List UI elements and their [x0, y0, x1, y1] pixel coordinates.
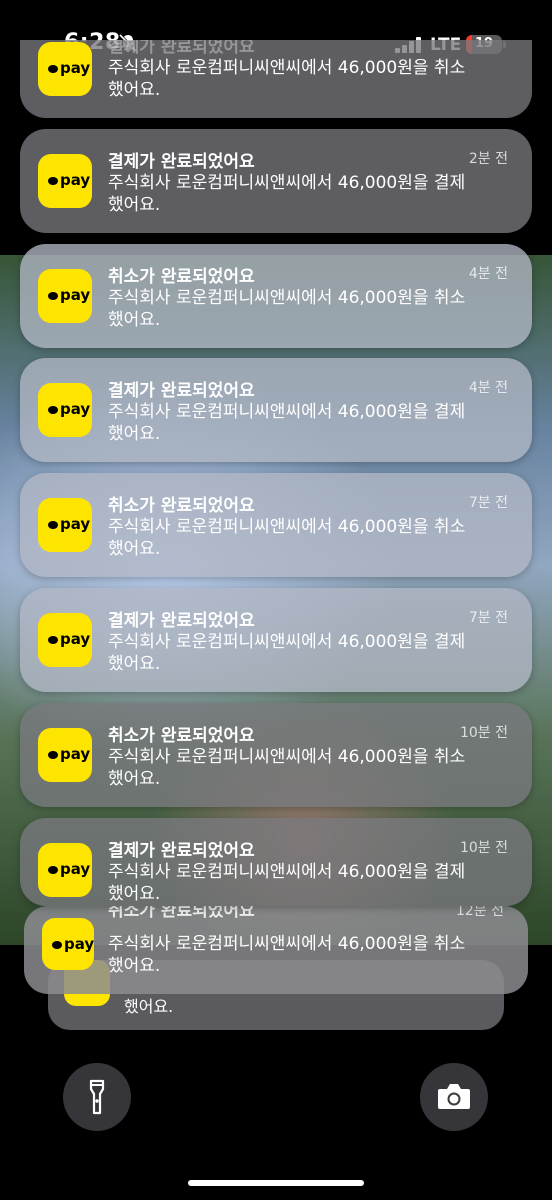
notification-body: 주식회사 로운컴퍼니씨앤씨에서 46,000원을 결제 했어요. [108, 632, 466, 674]
notification-card[interactable]: pay 결제가 완료되었어요 4분 전 주식회사 로운컴퍼니씨앤씨에서 46,0… [20, 358, 532, 462]
notification-card[interactable]: pay 취소가 완료되었어요 4분 전 주식회사 로운컴퍼니씨앤씨에서 46,0… [20, 244, 532, 348]
kakaopay-app-icon: pay [38, 613, 92, 667]
notification-time: 4분 전 [468, 266, 508, 282]
notification-title: 취소가 완료되었어요 [108, 496, 255, 516]
notification-body: 주식회사 로운컴퍼니씨앤씨에서 46,000원을 취소 했어요. [108, 58, 466, 100]
notification-time: 7분 전 [468, 495, 508, 511]
chat-bubble-icon [48, 751, 58, 759]
stacked-notification[interactable]: pay 취소가 완료되었어요 12분 전 주식회사 로운컴퍼니씨앤씨에서 46,… [24, 906, 528, 994]
notification-body: 주식회사 로운컴퍼니씨앤씨에서 46,000원을 결제 했어요. [108, 402, 466, 444]
notification-card[interactable]: pay 취소가 완료되었어요 7분 전 주식회사 로운컴퍼니씨앤씨에서 46,0… [20, 473, 532, 577]
notification-body: 했어요. [124, 997, 174, 1016]
notification-body: 주식회사 로운컴퍼니씨앤씨에서 46,000원을 취소 했어요. [108, 517, 466, 559]
kakaopay-app-icon: pay [38, 843, 92, 897]
notification-time: 7분 전 [468, 610, 508, 626]
notification-title: 결제가 완료되었어요 [108, 841, 255, 861]
notification-time: 12분 전 [455, 906, 504, 919]
chat-bubble-icon [48, 521, 58, 529]
notification-body: 주식회사 로운컴퍼니씨앤씨에서 46,000원을 취소 했어요. [108, 747, 466, 789]
flashlight-icon [89, 1079, 105, 1115]
notification-card[interactable]: pay 결제가 완료되었어요 10분 전 주식회사 로운컴퍼니씨앤씨에서 46,… [20, 818, 532, 906]
notification-time: 2분 전 [468, 151, 508, 167]
notification-time: 10분 전 [459, 725, 508, 741]
notification-title: 취소가 완료되었어요 [108, 906, 255, 921]
kakaopay-app-icon: pay [38, 154, 92, 208]
kakaopay-app-icon: pay [38, 728, 92, 782]
notification-title: 결제가 완료되었어요 [108, 152, 255, 172]
kakaopay-app-icon: pay [42, 918, 94, 970]
chat-bubble-icon [48, 406, 58, 414]
kakaopay-app-icon: pay [38, 498, 92, 552]
kakaopay-app-icon: pay [38, 269, 92, 323]
kakaopay-app-icon: pay [38, 383, 92, 437]
notification-time: 10분 전 [459, 840, 508, 856]
notification-body: 주식회사 로운컴퍼니씨앤씨에서 46,000원을 결제 했어요. [108, 862, 466, 904]
flashlight-button[interactable] [63, 1063, 131, 1131]
notification-title: 결제가 완료되었어요 [108, 611, 255, 631]
kakaopay-app-icon: pay [38, 42, 92, 96]
chat-bubble-icon [48, 65, 58, 73]
chat-bubble-icon [48, 177, 58, 185]
notification-card[interactable]: pay 결제가 완료되었어요 7분 전 주식회사 로운컴퍼니씨앤씨에서 46,0… [20, 588, 532, 692]
notification-body: 주식회사 로운컴퍼니씨앤씨에서 46,000원을 취소 했어요. [108, 288, 466, 330]
chat-bubble-icon [48, 636, 58, 644]
notification-body: 주식회사 로운컴퍼니씨앤씨에서 46,000원을 결제 했어요. [108, 173, 466, 215]
notification-card[interactable]: pay 결제가 완료되었어요 2분 전 주식회사 로운컴퍼니씨앤씨에서 46,0… [20, 129, 532, 233]
notification-time: 4분 전 [468, 380, 508, 396]
chat-bubble-icon [52, 941, 62, 949]
notification-body: 주식회사 로운컴퍼니씨앤씨에서 46,000원을 취소 했어요. [108, 934, 466, 976]
notification-title: 취소가 완료되었어요 [108, 267, 255, 287]
camera-icon [438, 1084, 470, 1109]
chat-bubble-icon [48, 292, 58, 300]
home-indicator[interactable] [188, 1180, 364, 1186]
notification-card[interactable]: pay 취소가 완료되었어요 10분 전 주식회사 로운컴퍼니씨앤씨에서 46,… [20, 703, 532, 807]
camera-button[interactable] [420, 1063, 488, 1131]
notification-title: 결제가 완료되었어요 [108, 381, 255, 401]
notification-title: 취소가 완료되었어요 [108, 726, 255, 746]
chat-bubble-icon [48, 866, 58, 874]
